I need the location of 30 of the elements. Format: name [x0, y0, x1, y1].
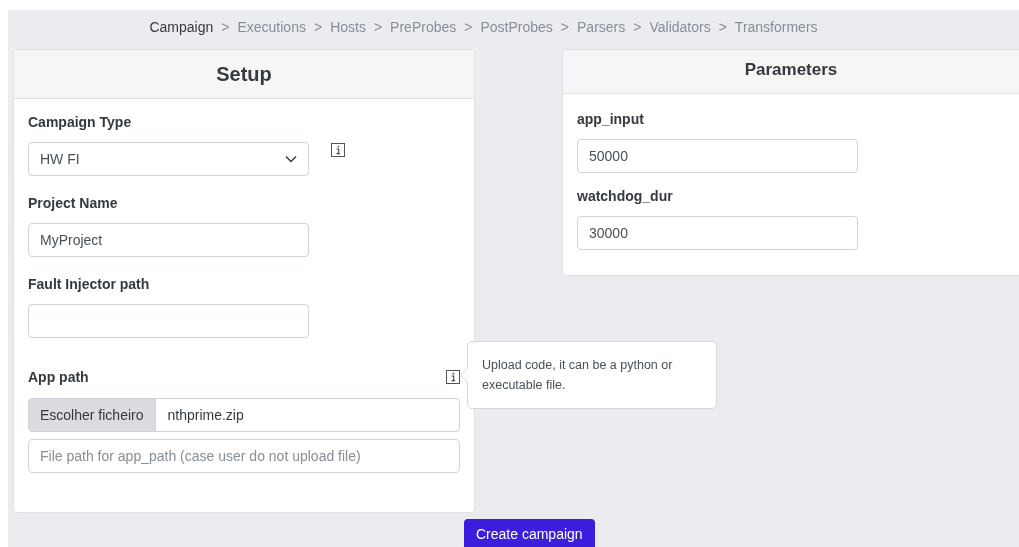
- field-label: watchdog_dur: [577, 187, 674, 206]
- input-field[interactable]: File path for app_path (case user do not upload file): [28, 439, 460, 473]
- field-label: App path: [28, 368, 89, 387]
- field-label: Fault Injector path: [28, 275, 151, 294]
- separator: >: [464, 19, 473, 35]
- separator: >: [633, 19, 642, 35]
- field-label: Project Name: [28, 194, 119, 213]
- card-title: Parameters: [563, 50, 1019, 94]
- separator: >: [373, 19, 383, 35]
- info-icon[interactable]: [331, 143, 345, 157]
- select-field[interactable]: HW FI: [28, 142, 309, 176]
- choose-file-button[interactable]: Escolher ficheiro: [29, 399, 156, 431]
- file-input[interactable]: Escolher ficheiro nthprime.zip: [28, 398, 460, 432]
- field-label: app_input: [577, 110, 645, 129]
- input-field[interactable]: [28, 304, 309, 338]
- field-label: Campaign Type: [28, 113, 133, 132]
- separator: >: [560, 19, 569, 35]
- input-field[interactable]: 30000: [577, 216, 858, 250]
- info-icon[interactable]: [446, 370, 460, 384]
- breadcrumb-link[interactable]: Campaign: [149, 19, 214, 35]
- input-field[interactable]: 50000: [577, 139, 858, 173]
- separator: >: [718, 19, 727, 35]
- input-field[interactable]: MyProject: [28, 223, 309, 257]
- card-title: Setup: [14, 50, 474, 99]
- chevron-down-icon: [285, 155, 297, 163]
- create-campaign-button[interactable]: Create campaign: [464, 519, 595, 547]
- separator: >: [313, 19, 323, 35]
- separator: >: [221, 19, 230, 35]
- file-name: nthprime.zip: [166, 406, 244, 425]
- tooltip-text: Upload code, it can be a python or executable file.: [482, 358, 673, 392]
